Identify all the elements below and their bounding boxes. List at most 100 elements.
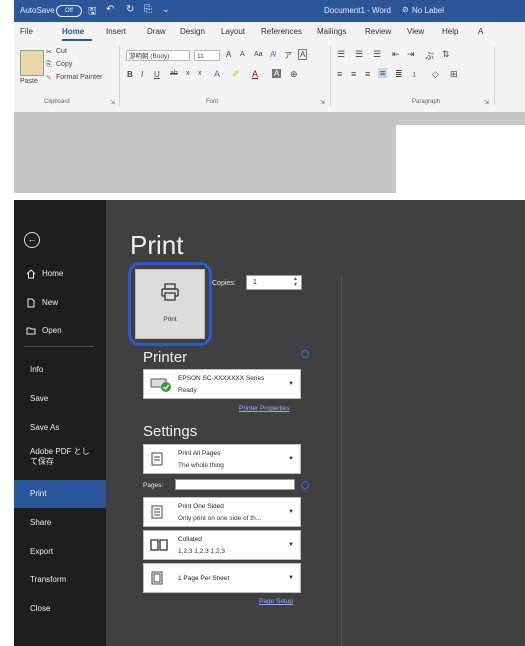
print-button[interactable]: Print: [135, 269, 205, 339]
bullets-icon[interactable]: ☰: [337, 49, 345, 60]
printer-ready-icon: [150, 378, 171, 392]
back-arrow-icon[interactable]: ←: [24, 232, 40, 248]
numbering-icon[interactable]: ☰: [355, 49, 363, 60]
highlight-color-icon[interactable]: ✐: [232, 69, 240, 80]
paste-label[interactable]: Paste: [20, 78, 38, 85]
tab-home[interactable]: Home: [62, 27, 84, 36]
font-launcher-icon[interactable]: ⇲: [320, 99, 325, 106]
document-page[interactable]: [396, 125, 525, 193]
group-divider: [494, 46, 495, 106]
tab-mailings[interactable]: Mailings: [317, 27, 346, 36]
info-icon[interactable]: [301, 350, 309, 358]
change-case-button[interactable]: Aa: [254, 51, 263, 58]
underline-button[interactable]: U: [154, 70, 160, 79]
nav-export[interactable]: Export: [14, 538, 106, 566]
paragraph-launcher-icon[interactable]: ⇲: [484, 99, 489, 106]
redo-icon[interactable]: ↻: [126, 4, 134, 15]
print-range-dropdown[interactable]: Print All Pages The whole thing ▼: [143, 444, 301, 474]
increase-indent-icon[interactable]: ⇥: [407, 49, 415, 60]
pages-input[interactable]: [175, 479, 295, 490]
tab-draw[interactable]: Draw: [147, 27, 166, 36]
sort-icon[interactable]: ⇅: [442, 49, 450, 60]
nav-save-as-label: Save As: [30, 423, 60, 432]
italic-button[interactable]: I: [141, 70, 143, 79]
nav-save-label: Save: [30, 394, 49, 403]
nav-share[interactable]: Share: [14, 509, 106, 537]
phonetic-guide-icon[interactable]: ア: [284, 50, 292, 61]
multilevel-list-icon[interactable]: ☰: [373, 49, 381, 60]
ribbon-home: Paste ✂ Cut ⎘ Copy ✎ Format Painter Clip…: [14, 42, 525, 113]
page-setup-link[interactable]: Page Setup: [259, 598, 293, 605]
tab-design[interactable]: Design: [180, 27, 205, 36]
align-center-icon[interactable]: ≡: [351, 69, 356, 79]
format-painter-icon[interactable]: ✎: [46, 74, 52, 82]
decrease-indent-icon[interactable]: ⇤: [392, 49, 400, 60]
font-name-dropdown[interactable]: 游明朝 (Body): [126, 50, 190, 61]
tab-references[interactable]: References: [261, 27, 302, 36]
clipboard-launcher-icon[interactable]: ⇲: [110, 99, 115, 106]
autosave-toggle[interactable]: Off: [56, 5, 82, 17]
font-color-icon[interactable]: A: [252, 69, 258, 79]
nav-home[interactable]: Home: [14, 260, 106, 288]
printer-properties-link[interactable]: Printer Properties: [239, 405, 290, 412]
tab-more[interactable]: A: [478, 27, 483, 36]
pages-per-sheet-dropdown[interactable]: 1 Page Per Sheet ▼: [143, 563, 301, 593]
tab-layout[interactable]: Layout: [221, 27, 245, 36]
copies-spinner[interactable]: 1 ▴ ▾: [246, 275, 302, 290]
nav-print[interactable]: Print: [14, 480, 106, 508]
nav-new[interactable]: New: [14, 289, 106, 317]
bold-button[interactable]: B: [127, 70, 133, 79]
sensitivity-label[interactable]: No Label: [412, 6, 444, 15]
spinner-arrows-icon[interactable]: ▴ ▾: [294, 276, 297, 288]
character-shading-icon[interactable]: A: [272, 69, 282, 78]
nav-info[interactable]: Info: [14, 356, 106, 384]
tab-help[interactable]: Help: [442, 27, 458, 36]
sides-dropdown[interactable]: Print One Sided Only print on one side o…: [143, 497, 301, 527]
collation-dropdown[interactable]: Collated 1,2,3 1,2,3 1,2,3 ▼: [143, 530, 301, 560]
paste-icon[interactable]: [20, 50, 44, 76]
print-range-desc: The whole thing: [178, 462, 224, 469]
nav-transform[interactable]: Transform: [14, 566, 106, 594]
cut-button[interactable]: Cut: [56, 48, 67, 55]
strikethrough-button[interactable]: ab: [170, 70, 178, 77]
cut-icon[interactable]: ✂: [46, 48, 52, 56]
tab-view[interactable]: View: [407, 27, 424, 36]
text-effects-icon[interactable]: A: [214, 69, 220, 79]
chevron-down-icon: ▼: [288, 542, 294, 548]
justify-icon[interactable]: ≡: [378, 68, 388, 78]
enclose-characters-icon[interactable]: ⊕: [290, 69, 298, 80]
asian-layout-icon[interactable]: ぷ: [425, 49, 434, 62]
new-document-icon: [27, 298, 35, 308]
character-border-icon[interactable]: A: [298, 49, 308, 60]
shading-icon[interactable]: ◇: [432, 69, 439, 80]
tab-file[interactable]: File: [20, 27, 33, 36]
group-divider: [119, 46, 120, 106]
nav-close[interactable]: Close: [14, 595, 106, 623]
tab-review[interactable]: Review: [365, 27, 391, 36]
quick-access-icon[interactable]: ⎘: [144, 4, 152, 15]
customize-toolbar-icon[interactable]: ⌄: [162, 4, 170, 15]
borders-icon[interactable]: ⊞: [450, 69, 458, 80]
nav-save[interactable]: Save: [14, 385, 106, 413]
format-painter-button[interactable]: Format Painter: [56, 74, 102, 81]
grow-font-button[interactable]: A: [226, 50, 231, 59]
subscript-button[interactable]: x: [186, 70, 190, 77]
nav-open[interactable]: Open: [14, 317, 106, 345]
distributed-icon[interactable]: ≣: [395, 69, 403, 80]
undo-icon[interactable]: ↶: [106, 4, 114, 15]
tab-insert[interactable]: Insert: [106, 27, 126, 36]
line-spacing-icon[interactable]: ↕: [412, 69, 417, 79]
printer-dropdown[interactable]: EPSON SC-XXXXXXX Series Ready ▼: [143, 369, 301, 399]
copy-icon[interactable]: ⎘: [46, 61, 52, 69]
save-icon[interactable]: 🖫: [88, 4, 97, 21]
nav-adobe-pdf[interactable]: Adobe PDF として保存: [14, 442, 106, 474]
shrink-font-button[interactable]: A: [240, 51, 245, 58]
copy-button[interactable]: Copy: [56, 61, 72, 68]
font-size-dropdown[interactable]: 11: [194, 50, 220, 61]
superscript-button[interactable]: x: [198, 70, 202, 77]
align-left-icon[interactable]: ≡: [337, 69, 342, 79]
nav-save-as[interactable]: Save As: [14, 414, 106, 442]
info-icon[interactable]: [301, 481, 309, 489]
clear-formatting-icon[interactable]: A̸: [270, 50, 275, 59]
align-right-icon[interactable]: ≡: [365, 69, 370, 79]
